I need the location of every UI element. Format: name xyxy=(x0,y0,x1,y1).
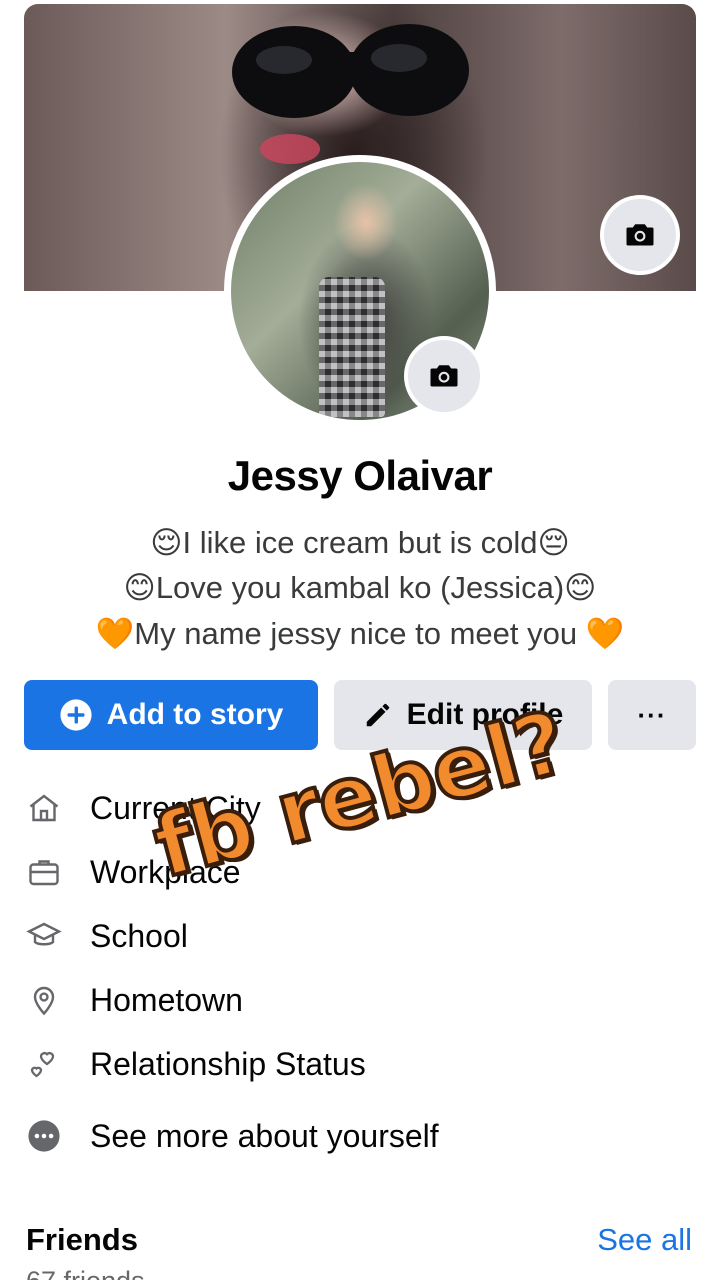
graduation-cap-icon xyxy=(24,916,64,956)
see-more-about-yourself[interactable]: See more about yourself xyxy=(24,1108,696,1164)
friends-count: 67 friends xyxy=(26,1266,145,1280)
briefcase-icon xyxy=(24,852,64,892)
detail-label: Hometown xyxy=(90,981,243,1018)
more-dots-icon xyxy=(24,1116,64,1156)
detail-relationship-status[interactable]: Relationship Status xyxy=(24,1036,696,1092)
edit-cover-camera-button[interactable] xyxy=(600,195,680,275)
hearts-icon xyxy=(24,1044,64,1084)
add-to-story-label: Add to story xyxy=(106,698,284,731)
camera-icon xyxy=(626,224,654,246)
see-all-friends-link[interactable]: See all xyxy=(597,1222,692,1258)
detail-label: Relationship Status xyxy=(90,1045,366,1082)
more-dots-icon: ··· xyxy=(637,699,667,730)
cover-lips-graphic xyxy=(260,134,320,164)
camera-icon xyxy=(430,365,458,387)
detail-school[interactable]: School xyxy=(24,908,696,964)
location-pin-icon xyxy=(24,980,64,1020)
profile-picture-figure xyxy=(319,277,385,417)
friends-heading: Friends xyxy=(26,1222,138,1257)
detail-label: School xyxy=(90,917,188,954)
profile-name: Jessy Olaivar xyxy=(227,452,493,499)
add-to-story-button[interactable]: Add to story xyxy=(24,680,318,750)
detail-hometown[interactable]: Hometown xyxy=(24,972,696,1028)
plus-circle-icon xyxy=(60,699,92,731)
bio-line: 😌I like ice cream but is cold😔 xyxy=(150,525,570,560)
sunglasses-graphic xyxy=(232,24,469,118)
home-icon xyxy=(24,788,64,828)
more-options-button[interactable]: ··· xyxy=(608,680,696,750)
bio-line: 😊Love you kambal ko (Jessica)😊 xyxy=(123,570,597,605)
edit-profile-picture-camera-button[interactable] xyxy=(404,336,484,416)
detail-label: See more about yourself xyxy=(90,1117,439,1154)
bio-line: 🧡My name jessy nice to meet you 🧡 xyxy=(95,616,625,651)
